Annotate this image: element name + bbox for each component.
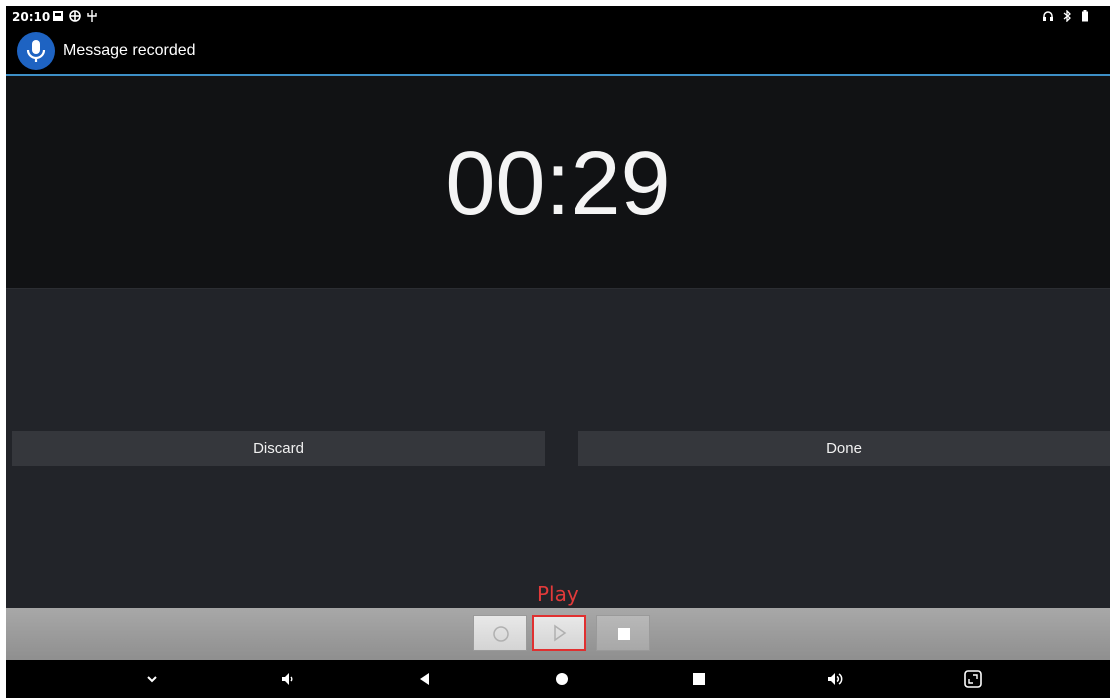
play-icon [554, 624, 567, 642]
screenshot-button[interactable] [961, 668, 985, 690]
play-button[interactable] [532, 615, 586, 651]
chevron-down-icon [147, 676, 157, 683]
playback-control-bar [6, 608, 1110, 660]
navigation-bar [6, 660, 1110, 698]
chevron-down-button[interactable] [140, 668, 164, 690]
play-annotation-label: Play [537, 582, 579, 606]
content-area: Discard Done [6, 288, 1110, 609]
volume-down-button[interactable] [276, 668, 300, 690]
headset-icon [1042, 10, 1054, 25]
usb-icon [87, 10, 97, 25]
elapsed-timer: 00:29 [445, 134, 671, 234]
volume-down-icon [282, 673, 293, 685]
status-bar: 20:10 [6, 6, 1110, 28]
record-icon [493, 626, 509, 642]
recents-icon [693, 673, 705, 685]
screenshot-icon [964, 670, 982, 688]
volume-up-icon [828, 673, 843, 685]
status-time: 20:10 [12, 10, 51, 24]
back-button[interactable] [413, 668, 437, 690]
stop-button[interactable] [596, 615, 650, 651]
battery-icon [1081, 10, 1089, 25]
recents-button[interactable] [687, 668, 711, 690]
bluetooth-icon [1062, 9, 1072, 25]
volume-up-button[interactable] [824, 668, 848, 690]
back-icon [420, 673, 429, 685]
sd-card-icon [52, 10, 64, 25]
done-button[interactable]: Done [578, 431, 1110, 466]
network-globe-icon [69, 10, 81, 25]
device-screen: 20:10 Message recorded 00:29 Discard Don… [6, 6, 1110, 698]
page-title: Message recorded [63, 42, 196, 59]
home-icon [556, 673, 568, 685]
discard-button[interactable]: Discard [12, 431, 545, 466]
microphone-icon [17, 32, 55, 70]
stop-icon [618, 628, 630, 640]
record-button[interactable] [473, 615, 527, 651]
timer-panel: 00:29 [6, 76, 1110, 288]
home-button[interactable] [550, 668, 574, 690]
title-bar: Message recorded [6, 28, 1110, 74]
